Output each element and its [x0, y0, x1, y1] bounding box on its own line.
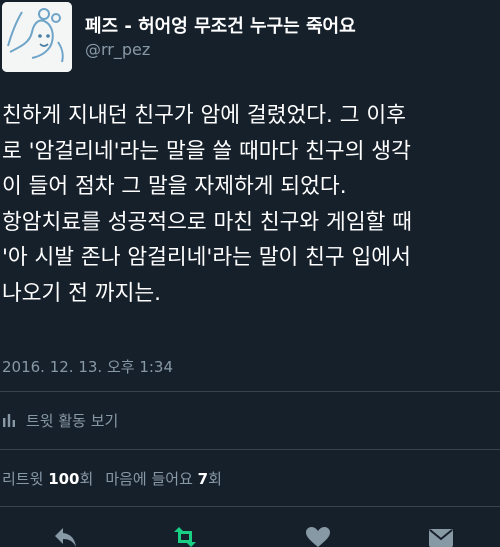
tweet-header: 페즈 - 허어엉 무조건 누구는 죽어요 @rr_pez — [0, 0, 500, 78]
tweet-timestamp: 2016. 12. 13. 오후 1:34 — [2, 358, 174, 376]
tweet-text-line: 이 들어 점차 그 말을 자제하게 되었다. — [2, 174, 347, 199]
retweets-count: 100 — [48, 470, 80, 488]
avatar[interactable] — [2, 2, 72, 72]
likes-stat[interactable]: 마음에 들어요 7회 — [105, 470, 222, 488]
divider — [0, 506, 500, 507]
bar-chart-icon — [3, 414, 15, 427]
display-name[interactable]: 페즈 - 허어엉 무조건 누구는 죽어요 — [85, 12, 356, 38]
tweet-text-line: '아 시발 존나 암걸리네'라는 말이 친구 입에서 — [2, 245, 411, 270]
envelope-icon[interactable] — [428, 526, 454, 547]
user-handle[interactable]: @rr_pez — [85, 40, 150, 59]
tweet-text-line: 친하게 지내던 친구가 암에 걸렸었다. 그 이후 — [2, 103, 406, 128]
retweets-unit: 회 — [79, 470, 94, 488]
tweet-stats: 리트윗 100회 마음에 들어요 7회 — [2, 468, 222, 489]
avatar-drawing — [2, 2, 72, 72]
likes-unit: 회 — [208, 470, 222, 488]
tweet-actions — [0, 520, 500, 547]
tweet-activity-label: 트윗 활동 보기 — [26, 411, 119, 430]
tweet-text-line: 나오기 전 까지는. — [2, 280, 161, 306]
retweets-label: 리트윗 — [2, 470, 44, 488]
tweet-activity-link[interactable]: 트윗 활동 보기 — [2, 408, 118, 432]
heart-icon[interactable] — [305, 526, 331, 547]
tweet-card: 페즈 - 허어엉 무조건 누구는 죽어요 @rr_pez 친하게 지내던 친구가… — [0, 0, 500, 547]
retweet-icon[interactable] — [172, 526, 198, 547]
likes-label: 마음에 들어요 — [105, 470, 193, 488]
tweet-text: 친하게 지내던 친구가 암에 걸렸었다. 그 이후 로 '암걸리네'라는 말을 … — [2, 98, 496, 311]
retweets-stat[interactable]: 리트윗 100회 — [2, 470, 93, 488]
tweet-text-line: 항암치료를 성공적으로 마친 친구와 게임할 때 — [2, 209, 412, 235]
divider — [0, 391, 500, 392]
reply-icon[interactable] — [52, 526, 78, 547]
divider — [0, 449, 500, 450]
likes-count: 7 — [197, 470, 209, 488]
tweet-text-line: 로 '암걸리네'라는 말을 쓸 때마다 친구의 생각 — [2, 138, 411, 164]
